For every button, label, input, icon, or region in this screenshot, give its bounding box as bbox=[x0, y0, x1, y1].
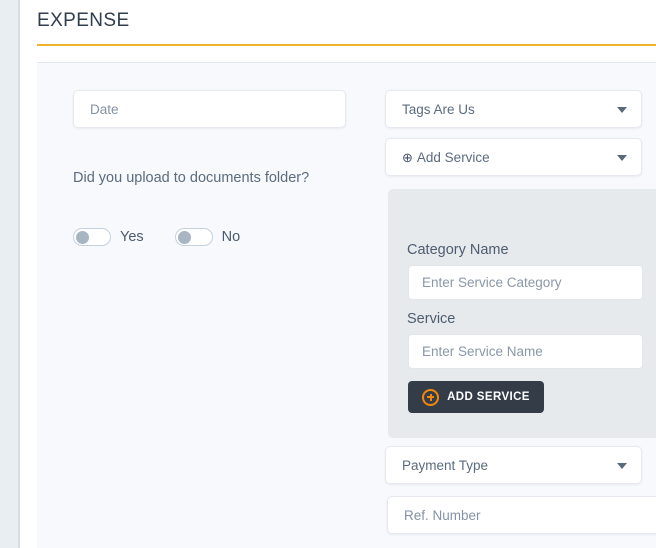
ref-number-placeholder: Ref. Number bbox=[404, 507, 481, 523]
chevron-down-icon bbox=[617, 463, 627, 469]
tags-select-value: Tags Are Us bbox=[402, 101, 475, 117]
toggle-group-no[interactable]: No bbox=[174, 228, 241, 246]
page-root: EXPENSE Date Did you upload to documents… bbox=[0, 0, 656, 548]
chevron-down-icon bbox=[617, 107, 627, 113]
service-category-placeholder: Enter Service Category bbox=[422, 275, 562, 290]
service-name-input[interactable]: Enter Service Name bbox=[408, 334, 643, 369]
card-header: EXPENSE bbox=[37, 0, 656, 46]
payment-type-value: Payment Type bbox=[402, 457, 489, 473]
toggle-group-yes[interactable]: Yes bbox=[73, 228, 144, 246]
service-panel: Category Name Enter Service Category Ser… bbox=[388, 189, 656, 438]
left-rail bbox=[0, 0, 18, 548]
chevron-down-icon bbox=[617, 155, 627, 161]
upload-question-label: Did you upload to documents folder? bbox=[73, 170, 310, 186]
ref-number-input[interactable]: Ref. Number bbox=[387, 496, 656, 534]
tags-select[interactable]: Tags Are Us bbox=[385, 90, 642, 128]
title-underline-rule bbox=[37, 44, 656, 46]
toggle-switch-no[interactable] bbox=[174, 228, 213, 246]
add-service-select-value: Add Service bbox=[416, 149, 490, 165]
service-label: Service bbox=[407, 311, 456, 327]
payment-type-select[interactable]: Payment Type bbox=[385, 446, 642, 484]
toggle-knob-yes bbox=[76, 231, 89, 244]
category-name-label: Category Name bbox=[407, 242, 509, 258]
plus-circle-icon: ⊕ bbox=[402, 149, 413, 165]
expense-form: Date Did you upload to documents folder?… bbox=[37, 62, 656, 548]
plus-circle-icon bbox=[422, 388, 440, 406]
date-input-placeholder: Date bbox=[90, 101, 119, 117]
toggle-knob-no bbox=[177, 231, 191, 244]
toggle-label-yes: Yes bbox=[120, 229, 144, 245]
page-title: EXPENSE bbox=[37, 10, 130, 31]
service-name-placeholder: Enter Service Name bbox=[422, 344, 543, 359]
expense-card: EXPENSE Date Did you upload to documents… bbox=[20, 0, 656, 548]
service-category-input[interactable]: Enter Service Category bbox=[408, 265, 643, 300]
toggle-switch-yes[interactable] bbox=[73, 228, 111, 246]
toggle-label-no: No bbox=[221, 229, 241, 245]
date-input[interactable]: Date bbox=[73, 90, 346, 128]
add-service-select[interactable]: ⊕ Add Service bbox=[385, 138, 642, 176]
add-service-button[interactable]: ADD SERVICE bbox=[408, 381, 544, 413]
add-service-button-label: ADD SERVICE bbox=[447, 391, 530, 403]
upload-toggle-row: Yes No bbox=[73, 228, 240, 246]
